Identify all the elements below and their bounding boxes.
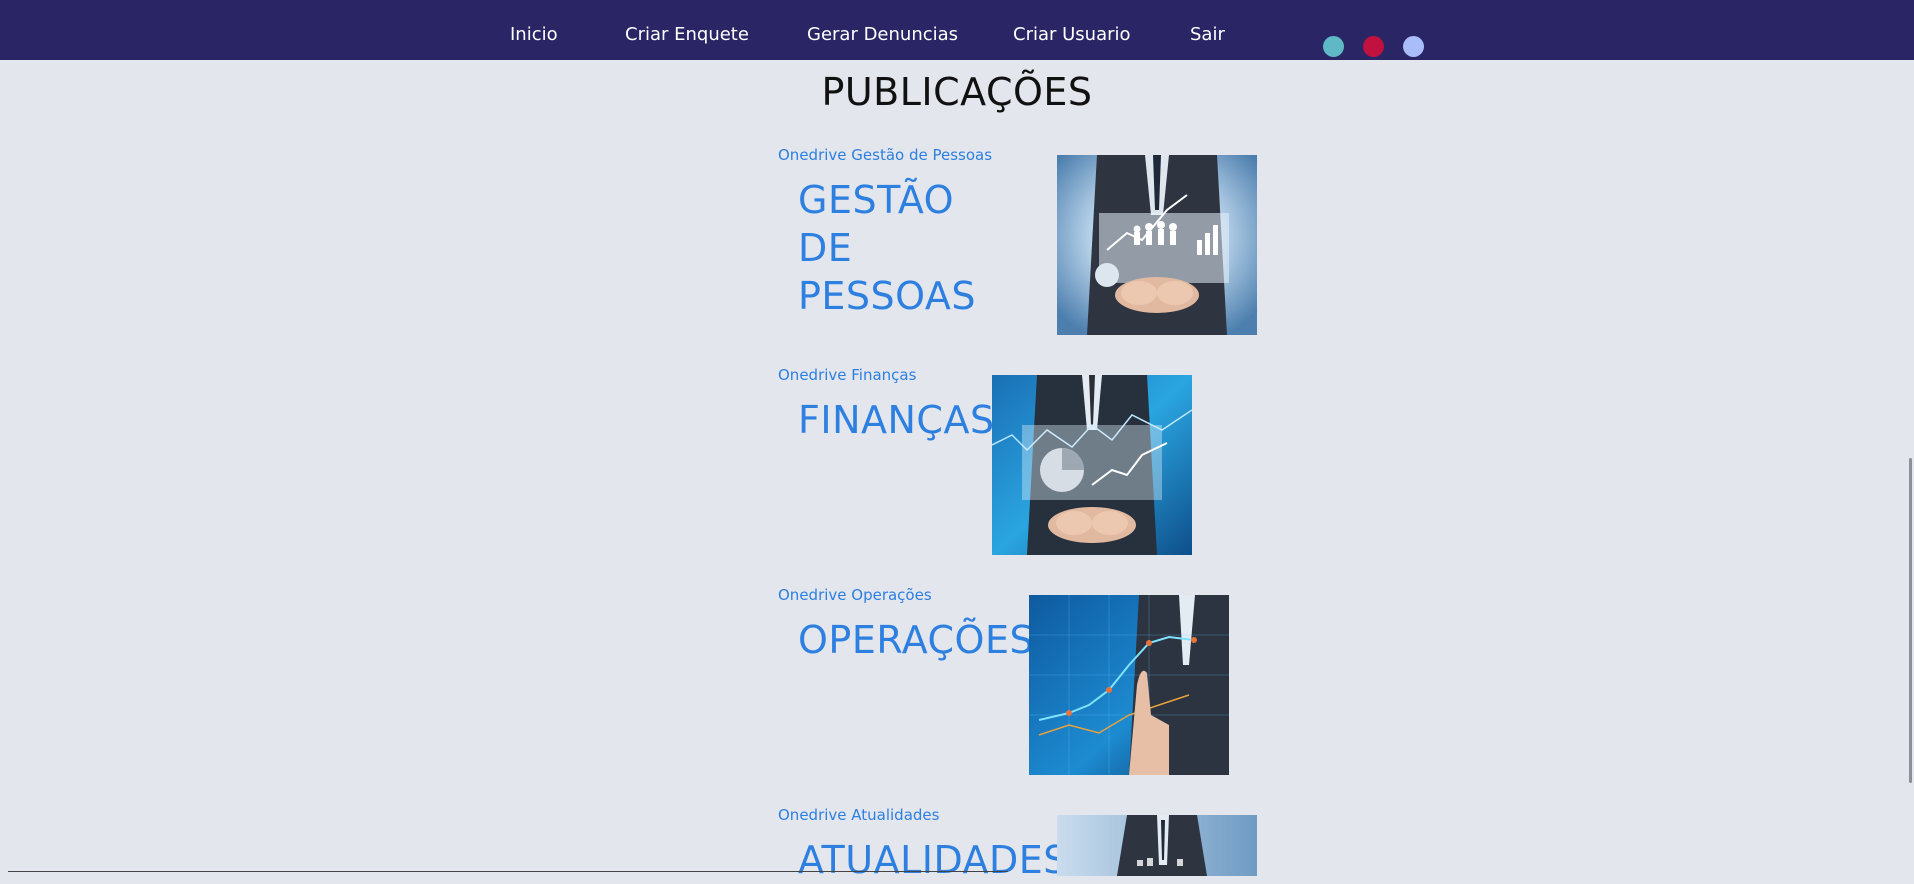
theme-dot-crimson[interactable] [1363, 36, 1384, 57]
publication-link[interactable]: Onedrive Atualidades [778, 806, 939, 824]
top-navbar: Inicio Criar Enquete Gerar Denuncias Cri… [0, 0, 1914, 60]
publication-heading: ATUALIDADES [798, 838, 1068, 882]
nav-inicio[interactable]: Inicio [510, 26, 558, 44]
nav-criar-usuario[interactable]: Criar Usuario [1013, 26, 1131, 44]
publication-heading: OPERAÇÕES [798, 618, 1035, 662]
publication-link[interactable]: Onedrive Gestão de Pessoas [778, 146, 992, 164]
thumbnail-graphic [1057, 155, 1257, 335]
publication-heading: FINANÇAS [798, 398, 995, 442]
thumbnail-graphic [1029, 595, 1229, 775]
businessman-touching-growth-chart-image[interactable] [1029, 595, 1229, 775]
publication-link[interactable]: Onedrive Finanças [778, 366, 916, 384]
businessman-holding-people-analytics-image[interactable] [1057, 155, 1257, 335]
thumbnail-graphic [992, 375, 1192, 555]
nav-gerar-denuncias[interactable]: Gerar Denuncias [807, 26, 958, 44]
businessman-news-image[interactable] [1057, 815, 1257, 876]
nav-criar-enquete[interactable]: Criar Enquete [625, 26, 749, 44]
scrollbar-thumb[interactable] [1909, 458, 1912, 783]
businessman-holding-finance-charts-image[interactable] [992, 375, 1192, 555]
publication-heading: GESTÃO DE PESSOAS [798, 178, 977, 318]
theme-dot-teal[interactable] [1323, 36, 1344, 57]
divider [8, 871, 1008, 872]
nav-sair[interactable]: Sair [1190, 26, 1225, 44]
publication-link[interactable]: Onedrive Operações [778, 586, 932, 604]
page-title: PUBLICAÇÕES [821, 70, 1093, 114]
thumbnail-graphic [1057, 815, 1257, 876]
theme-dot-lavender[interactable] [1403, 36, 1424, 57]
